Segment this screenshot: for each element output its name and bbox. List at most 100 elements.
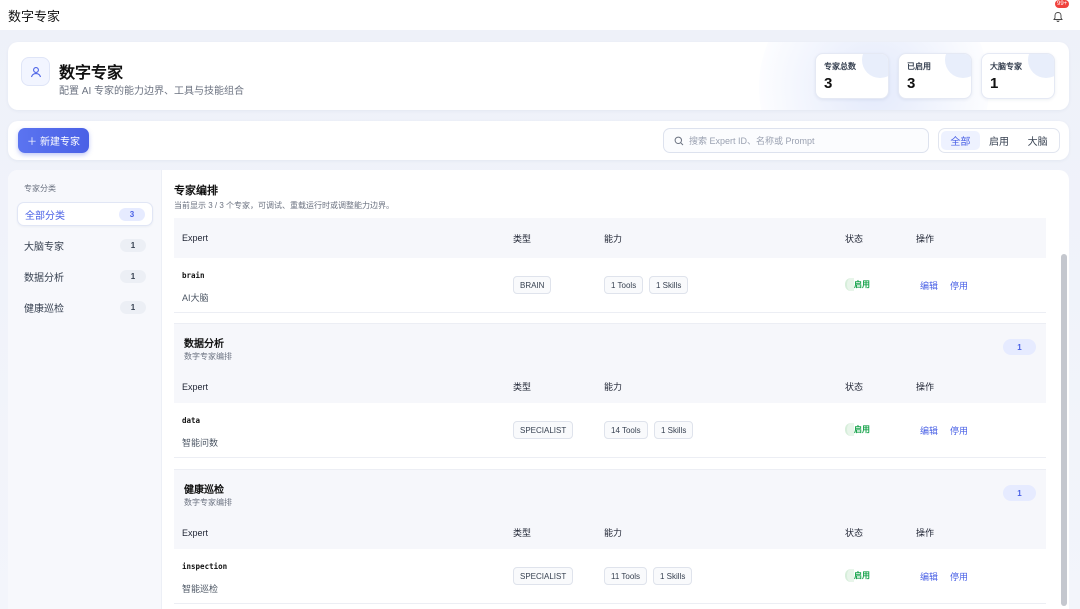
status-label: 启用 — [854, 425, 870, 434]
table-header: Expert 类型 能力 状态 操作 — [174, 370, 1046, 403]
expert-id: inspection — [182, 562, 228, 571]
search-input[interactable] — [689, 135, 919, 146]
category-sidebar: 专家分类 全部分类 3 大脑专家 1 数据分析 1 健康巡检 1 — [8, 170, 162, 609]
status-label: 启用 — [854, 280, 870, 289]
col-actions: 操作 — [916, 233, 935, 244]
filter-all[interactable]: 全部 — [941, 131, 980, 150]
page-subtitle: 配置 AI 专家的能力边界、工具与技能组合 — [59, 86, 245, 97]
table-row: brain AI大脑 BRAIN 1 Tools 1 Skills 启用 编辑 … — [174, 258, 1046, 313]
main-panel: 专家分类 全部分类 3 大脑专家 1 数据分析 1 健康巡检 1 专家编排 当前… — [8, 170, 1069, 609]
notification-badge: 99+ — [1055, 0, 1070, 8]
col-actions: 操作 — [916, 528, 935, 538]
vertical-scrollbar[interactable] — [1061, 254, 1067, 606]
edit-link[interactable]: 编辑 — [920, 424, 938, 437]
sidebar-item-label: 数据分析 — [24, 272, 64, 284]
stat-enabled: 已启用 3 — [898, 53, 972, 99]
expert-id: brain — [182, 271, 205, 280]
expert-content: 专家编排 当前显示 3 / 3 个专家，可调试、重载运行时或调整能力边界。 Ex… — [174, 170, 1054, 609]
stat-label: 专家总数 — [824, 62, 856, 71]
group-count: 1 — [1003, 339, 1036, 355]
sidebar-title: 专家分类 — [24, 184, 56, 193]
type-badge: SPECIALIST — [513, 567, 574, 585]
app-title: 数字专家 — [8, 8, 61, 24]
status-indicator — [845, 569, 854, 582]
expert-table-health-check: 健康巡检 数字专家编排 1 Expert 类型 能力 状态 操作 inspect… — [174, 469, 1046, 604]
status-badge: 启用 — [845, 278, 870, 291]
group-count: 1 — [1003, 485, 1036, 501]
sidebar-item-all[interactable]: 全部分类 3 — [17, 202, 153, 226]
col-status: 状态 — [845, 528, 864, 538]
toolbar: ＋ 新建专家 全部 启用 大脑 — [8, 121, 1069, 160]
status-indicator — [845, 278, 854, 291]
edit-link[interactable]: 编辑 — [920, 570, 938, 583]
skills-badge: 1 Skills — [649, 276, 689, 294]
group-subtitle: 数字专家编排 — [184, 498, 232, 507]
group-title: 健康巡检 — [184, 485, 224, 496]
sidebar-item-count: 1 — [120, 300, 146, 314]
table-header: Expert 类型 能力 状态 操作 — [174, 218, 1046, 258]
tools-badge: 1 Tools — [604, 276, 644, 294]
col-status: 状态 — [845, 233, 864, 244]
type-badge: SPECIALIST — [513, 421, 574, 439]
stat-total-experts: 专家总数 3 — [815, 53, 889, 99]
filter-enabled[interactable]: 启用 — [980, 131, 1019, 150]
sidebar-item-label: 健康巡检 — [24, 303, 64, 315]
sidebar-item-count: 1 — [120, 238, 146, 252]
expert-id: data — [182, 416, 201, 425]
disable-link[interactable]: 停用 — [950, 279, 968, 292]
sidebar-item-health-check[interactable]: 健康巡检 1 — [17, 295, 153, 319]
expert-name: 智能问数 — [182, 438, 219, 448]
expert-table-data-analysis: 数据分析 数字专家编排 1 Expert 类型 能力 状态 操作 data 智能… — [174, 323, 1046, 458]
top-bar: 数字专家 99+ — [0, 0, 1080, 30]
table-row: inspection 智能巡检 SPECIALIST 11 Tools 1 Sk… — [174, 549, 1046, 604]
expert-table-brain: Expert 类型 能力 状态 操作 brain AI大脑 BRAIN 1 To… — [174, 218, 1046, 313]
status-indicator — [845, 423, 854, 436]
tools-badge: 11 Tools — [604, 567, 648, 585]
col-expert: Expert — [182, 381, 209, 392]
notification-button[interactable]: 99+ — [1052, 0, 1070, 23]
search-box — [663, 128, 929, 153]
stat-value: 1 — [990, 75, 999, 92]
skills-badge: 1 Skills — [654, 421, 694, 439]
disable-link[interactable]: 停用 — [950, 424, 968, 437]
col-type: 类型 — [513, 528, 532, 538]
col-expert: Expert — [182, 233, 209, 243]
tools-badge: 14 Tools — [604, 421, 648, 439]
group-subtitle: 数字专家编排 — [184, 352, 232, 361]
col-type: 类型 — [513, 233, 532, 244]
type-badge: BRAIN — [513, 276, 552, 294]
stat-label: 大脑专家 — [990, 62, 1022, 71]
filter-brain[interactable]: 大脑 — [1018, 131, 1057, 150]
expert-name: 智能巡检 — [182, 584, 219, 594]
group-header: 数据分析 数字专家编排 1 — [174, 323, 1046, 370]
stat-label: 已启用 — [907, 62, 931, 71]
col-type: 类型 — [513, 382, 532, 392]
page-header: 数字专家 配置 AI 专家的能力边界、工具与技能组合 专家总数 3 已启用 3 … — [8, 42, 1069, 110]
stat-value: 3 — [907, 75, 916, 92]
expert-name: AI大脑 — [182, 293, 209, 303]
col-capability: 能力 — [604, 382, 623, 392]
disable-link[interactable]: 停用 — [950, 570, 968, 583]
stat-value: 3 — [824, 75, 833, 92]
plus-icon: ＋ — [27, 137, 37, 148]
edit-link[interactable]: 编辑 — [920, 279, 938, 292]
section-subtitle: 当前显示 3 / 3 个专家，可调试、重载运行时或调整能力边界。 — [174, 201, 395, 210]
user-icon — [21, 57, 50, 86]
new-expert-button[interactable]: ＋ 新建专家 — [18, 128, 89, 153]
status-badge: 启用 — [845, 423, 870, 436]
section-title: 专家编排 — [174, 185, 218, 197]
col-status: 状态 — [845, 382, 864, 392]
group-header: 健康巡检 数字专家编排 1 — [174, 469, 1046, 516]
status-badge: 启用 — [845, 569, 870, 582]
sidebar-item-data-analysis[interactable]: 数据分析 1 — [17, 264, 153, 288]
sidebar-item-brain[interactable]: 大脑专家 1 — [17, 233, 153, 257]
skills-badge: 1 Skills — [653, 567, 693, 585]
table-header: Expert 类型 能力 状态 操作 — [174, 516, 1046, 549]
sidebar-item-count: 1 — [120, 269, 146, 283]
filter-tabs: 全部 启用 大脑 — [938, 128, 1060, 153]
stat-brain-experts: 大脑专家 1 — [981, 53, 1055, 99]
col-expert: Expert — [182, 527, 209, 538]
bell-icon — [1053, 12, 1063, 22]
col-capability: 能力 — [604, 233, 623, 244]
status-label: 启用 — [854, 571, 870, 580]
